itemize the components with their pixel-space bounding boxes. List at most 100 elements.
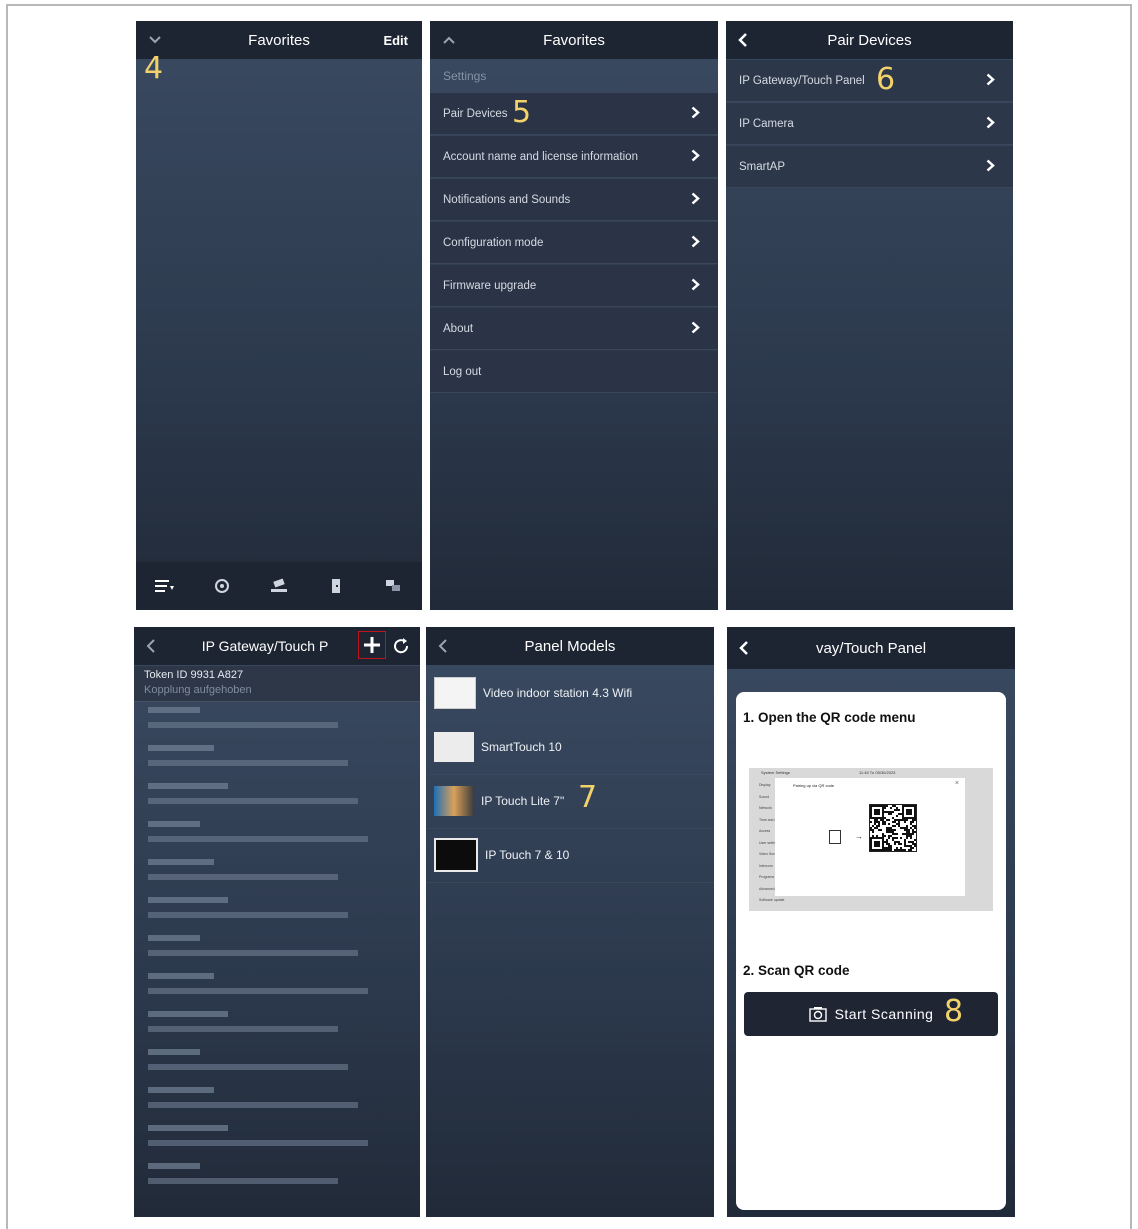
panel-model-thumbnail — [434, 732, 474, 762]
redacted-line — [148, 1178, 338, 1184]
panel-model-item[interactable]: IP Touch Lite 7" 7 — [426, 774, 714, 829]
top-bar: Pair Devices — [726, 21, 1013, 59]
add-device-button[interactable] — [358, 631, 386, 659]
redacted-line — [148, 1064, 348, 1070]
chevron-right-icon — [986, 73, 995, 89]
panel-model-label: Video indoor station 4.3 Wifi — [483, 686, 633, 700]
redacted-line — [148, 836, 368, 842]
pair-device-item[interactable]: SmartAP — [726, 146, 1013, 188]
screenshot-menu-item: Software update — [759, 898, 785, 902]
redacted-line — [148, 783, 228, 789]
expand-chevron-icon[interactable] — [442, 21, 456, 59]
token-row[interactable]: Token ID 9931 A827 Kopplung aufgehoben — [134, 666, 420, 702]
panel-model-label: IP Touch 7 & 10 — [485, 848, 570, 862]
qr-instructions-card: 1. Open the QR code menu System Settings… — [736, 692, 1006, 1210]
back-chevron-icon[interactable] — [739, 627, 749, 669]
redacted-line — [148, 935, 200, 941]
page-title: Favorites — [543, 31, 605, 49]
panel-model-thumbnail — [434, 786, 474, 816]
pair-device-label: IP Camera — [739, 117, 794, 130]
chevron-right-icon — [691, 321, 700, 337]
chevron-right-icon — [986, 159, 995, 175]
redacted-line — [148, 988, 368, 994]
panel-model-thumbnail — [434, 838, 478, 872]
redacted-line — [148, 1163, 200, 1169]
settings-item[interactable]: Notifications and Sounds — [430, 179, 718, 221]
qr-code — [869, 804, 917, 852]
back-chevron-icon[interactable] — [438, 627, 448, 665]
page-title: Favorites — [248, 31, 310, 49]
redacted-line — [148, 760, 348, 766]
chevron-right-icon — [691, 149, 700, 165]
edit-button[interactable]: Edit — [383, 21, 408, 59]
settings-item[interactable]: Account name and license information — [430, 136, 718, 178]
settings-item[interactable]: Configuration mode — [430, 222, 718, 264]
settings-item[interactable]: Pair Devices 5 — [430, 93, 718, 135]
pair-device-item[interactable]: IP Gateway/Touch Panel 6 — [726, 60, 1013, 102]
pair-devices-screen: Pair Devices IP Gateway/Touch Panel 6 IP C… — [726, 21, 1013, 610]
redacted-line — [148, 897, 228, 903]
token-id: Token ID 9931 A827 — [144, 669, 244, 681]
settings-item[interactable]: About — [430, 308, 718, 350]
chevron-right-icon — [691, 278, 700, 294]
arrow-icon: → — [855, 832, 863, 841]
redacted-line — [148, 1011, 228, 1017]
step-number: 5 — [512, 95, 532, 130]
pair-device-label: SmartAP — [739, 160, 786, 173]
favorites-tab-icon[interactable] — [150, 571, 180, 601]
panel-model-thumbnail — [434, 677, 476, 709]
redacted-line — [148, 973, 214, 979]
settings-item-label: Pair Devices — [443, 107, 508, 120]
top-bar: IP Gateway/Touch P — [134, 627, 420, 665]
settings-item-label: Account name and license information — [443, 150, 638, 163]
panel-model-item[interactable]: SmartTouch 10 — [426, 720, 714, 775]
redacted-line — [148, 1087, 214, 1093]
panel-models-screen: Panel Models Video indoor station 4.3 Wi… — [426, 627, 714, 1217]
camera-tab-icon[interactable] — [264, 571, 294, 601]
step-two-heading: 2. Scan QR code — [743, 963, 850, 978]
chevron-right-icon — [691, 106, 700, 122]
back-chevron-icon[interactable] — [146, 627, 156, 665]
qr-pairing-screen: vay/Touch Panel 1. Open the QR code menu… — [727, 627, 1015, 1217]
start-scanning-label: Start Scanning — [834, 1006, 934, 1022]
panel-model-label: SmartTouch 10 — [481, 740, 562, 754]
back-chevron-icon[interactable] — [738, 21, 748, 59]
chevron-right-icon — [986, 116, 995, 132]
settings-item[interactable]: Firmware upgrade — [430, 265, 718, 307]
door-tab-icon[interactable] — [321, 571, 351, 601]
top-bar: Panel Models — [426, 627, 714, 665]
redacted-line — [148, 1102, 358, 1108]
settings-item-label: Notifications and Sounds — [443, 193, 571, 206]
settings-screen: Favorites Settings Pair Devices 5 Account … — [430, 21, 718, 610]
qr-dialog-title: Pairing up via QR code — [793, 783, 835, 788]
redacted-line — [148, 1125, 228, 1131]
messages-tab-icon[interactable] — [378, 571, 408, 601]
refresh-icon[interactable] — [392, 637, 410, 659]
chevron-right-icon — [691, 235, 700, 251]
redacted-line — [148, 707, 200, 713]
page-title: Pair Devices — [827, 31, 912, 49]
favorites-screen: Favorites Edit 4 — [136, 21, 422, 610]
step-one-heading: 1. Open the QR code menu — [743, 710, 916, 725]
redacted-line — [148, 950, 358, 956]
close-icon: × — [954, 780, 959, 787]
phone-icon — [829, 830, 841, 844]
page-title: IP Gateway/Touch P — [201, 638, 329, 654]
screenshot-time: 11:45 Tu 05/30/2023 — [859, 770, 896, 775]
screenshot-title: System Settings — [761, 770, 790, 775]
pair-device-item[interactable]: IP Camera — [726, 103, 1013, 145]
panel-model-item[interactable]: Video indoor station 4.3 Wifi — [426, 666, 714, 721]
intercom-tab-icon[interactable] — [207, 571, 237, 601]
log-out-button[interactable]: Log out — [430, 351, 718, 393]
step-number: 8 — [944, 994, 964, 1029]
settings-item-label: Log out — [443, 365, 482, 378]
panel-model-item[interactable]: IP Touch 7 & 10 — [426, 828, 714, 883]
top-bar: Favorites — [430, 21, 718, 59]
panel-model-label: IP Touch Lite 7" — [481, 794, 565, 808]
redacted-line — [148, 1049, 200, 1055]
settings-item-label: About — [443, 322, 474, 335]
redacted-line — [148, 912, 348, 918]
pairing-status: Kopplung aufgehoben — [144, 684, 252, 696]
qr-dialog: Pairing up via QR code × → — [775, 778, 965, 896]
settings-section-header: Settings — [443, 69, 487, 83]
